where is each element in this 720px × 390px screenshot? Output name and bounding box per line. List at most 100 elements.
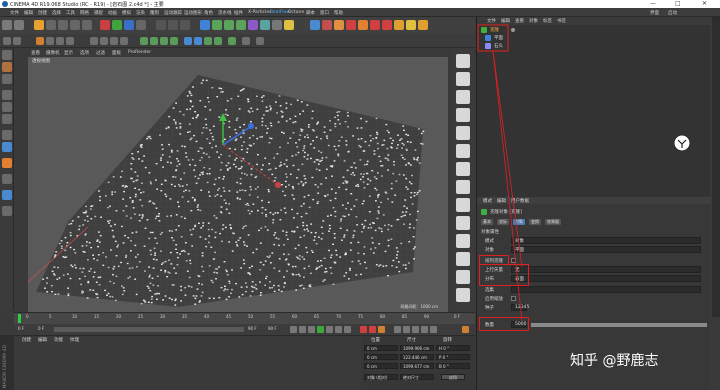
tool-j-icon[interactable]: [194, 37, 202, 45]
play-icon[interactable]: [317, 326, 324, 333]
menu-window[interactable]: 窗口: [320, 10, 329, 16]
make-editable-icon[interactable]: [2, 50, 12, 60]
tweak-icon[interactable]: [2, 142, 12, 152]
polygons-mode-icon[interactable]: [36, 37, 44, 45]
selection-field[interactable]: [511, 286, 701, 293]
lock-workplane-icon[interactable]: [2, 174, 12, 184]
tab-effectors[interactable]: 效果器: [545, 219, 561, 225]
distribution-select[interactable]: 表面: [511, 275, 701, 282]
select-arrow-icon[interactable]: [34, 20, 44, 30]
x-axis-icon[interactable]: [100, 20, 110, 30]
minimize-button[interactable]: —: [650, 0, 656, 7]
plugin-j-icon[interactable]: [418, 20, 428, 30]
menu-mograph[interactable]: 运动图形: [184, 10, 202, 16]
plugin-g-icon[interactable]: [382, 20, 392, 30]
enable-axis-icon[interactable]: [2, 130, 12, 140]
position-z-field[interactable]: 0 cm: [364, 363, 398, 369]
plugin-c-icon[interactable]: [334, 20, 344, 30]
vp-menu-display[interactable]: 显示: [64, 50, 73, 56]
scale-icon[interactable]: [58, 20, 68, 30]
current-frame-field[interactable]: 0 F: [38, 326, 44, 331]
plugin-f-icon[interactable]: [370, 20, 380, 30]
menu-startup[interactable]: 启动: [668, 10, 677, 16]
key-param-icon[interactable]: [421, 326, 428, 333]
vp-menu-prorender[interactable]: ProRender: [128, 50, 151, 55]
om-menu-bookmarks[interactable]: 书签: [557, 18, 566, 24]
tool-k-icon[interactable]: [204, 37, 212, 45]
edges-mode-icon[interactable]: [13, 37, 21, 45]
mode-select[interactable]: 对象: [511, 237, 701, 244]
size-y-field[interactable]: 122.446 cm: [400, 354, 434, 360]
render-picture-viewer-icon[interactable]: [168, 20, 178, 30]
prev-key-icon[interactable]: [299, 326, 306, 333]
tool-l-icon[interactable]: [214, 37, 222, 45]
menu-octane[interactable]: Octane: [288, 10, 304, 15]
menu-simulate[interactable]: 模拟: [122, 10, 131, 16]
plugin-tool-b-icon[interactable]: [456, 72, 470, 86]
rotation-h-field[interactable]: H 0 °: [436, 345, 470, 351]
menu-realflow[interactable]: RealFlow: [270, 10, 290, 15]
preview-end-field[interactable]: 90 F: [268, 326, 277, 331]
position-x-field[interactable]: 0 cm: [364, 345, 398, 351]
apply-button[interactable]: 应用: [441, 374, 465, 380]
rotation-b-field[interactable]: B 0 °: [436, 363, 470, 369]
menu-help[interactable]: 帮助: [334, 10, 343, 16]
plugin-d-icon[interactable]: [346, 20, 356, 30]
up-vector-select[interactable]: 无: [511, 266, 701, 273]
tool-d-icon[interactable]: [120, 37, 128, 45]
pen-spline-icon[interactable]: [212, 20, 222, 30]
key-pla-icon[interactable]: [430, 326, 437, 333]
render-view-icon[interactable]: [156, 20, 166, 30]
cube-icon[interactable]: [200, 20, 210, 30]
grid-icon[interactable]: [2, 206, 12, 216]
array-icon[interactable]: [236, 20, 246, 30]
plugin-e-icon[interactable]: [358, 20, 368, 30]
tool-e-icon[interactable]: [140, 37, 148, 45]
menu-edit[interactable]: 编辑: [24, 10, 33, 16]
autokey-icon[interactable]: [369, 326, 376, 333]
menu-animate[interactable]: 动画: [108, 10, 117, 16]
workplane-icon[interactable]: [66, 37, 74, 45]
snap-icon[interactable]: [2, 158, 12, 168]
playhead[interactable]: [18, 314, 21, 323]
menu-plugins[interactable]: 插件: [234, 10, 243, 16]
rotation-p-field[interactable]: P 0 °: [436, 354, 470, 360]
menu-character[interactable]: 角色: [204, 10, 213, 16]
plugin-tool-k-icon[interactable]: [456, 234, 470, 248]
end-frame-field[interactable]: 90 F: [248, 326, 257, 331]
plugin-a-icon[interactable]: [310, 20, 320, 30]
plugin-h-icon[interactable]: [394, 20, 404, 30]
z-axis-icon[interactable]: [124, 20, 134, 30]
redo-icon[interactable]: [14, 20, 24, 30]
undo-icon[interactable]: [2, 20, 12, 30]
vp-menu-cameras[interactable]: 摄像机: [46, 50, 60, 56]
plugin-tool-j-icon[interactable]: [456, 216, 470, 230]
vp-menu-filter[interactable]: 过滤: [96, 50, 105, 56]
close-button[interactable]: ✕: [702, 0, 707, 7]
maximize-button[interactable]: □: [675, 0, 681, 7]
record-icon[interactable]: [360, 326, 367, 333]
next-frame-icon[interactable]: [326, 326, 333, 333]
points-tool-icon[interactable]: [2, 90, 12, 100]
tool-m-icon[interactable]: [228, 37, 236, 45]
tool-h-icon[interactable]: [170, 37, 178, 45]
plugin-b-icon[interactable]: [322, 20, 332, 30]
mat-menu-edit[interactable]: 编辑: [38, 337, 47, 343]
mat-menu-function[interactable]: 功能: [54, 337, 63, 343]
y-axis-icon[interactable]: [112, 20, 122, 30]
timeline-icon[interactable]: [462, 326, 469, 333]
model-mode-icon[interactable]: [46, 37, 54, 45]
key-rotation-icon[interactable]: [412, 326, 419, 333]
count-slider[interactable]: [531, 323, 707, 327]
plugin-tool-f-icon[interactable]: [456, 144, 470, 158]
plugin-tool-i-icon[interactable]: [456, 198, 470, 212]
menu-x-particles[interactable]: X-Particles: [248, 10, 271, 15]
render-settings-icon[interactable]: [180, 20, 190, 30]
go-to-end-icon[interactable]: [344, 326, 351, 333]
recent-tools-icon[interactable]: [82, 20, 92, 30]
menu-motion-tracking[interactable]: 运动跟踪: [164, 10, 182, 16]
tool-b-icon[interactable]: [100, 37, 108, 45]
om-menu-objects[interactable]: 对象: [529, 18, 538, 24]
move-icon[interactable]: [46, 20, 56, 30]
vp-menu-panel[interactable]: 面板: [112, 50, 121, 56]
